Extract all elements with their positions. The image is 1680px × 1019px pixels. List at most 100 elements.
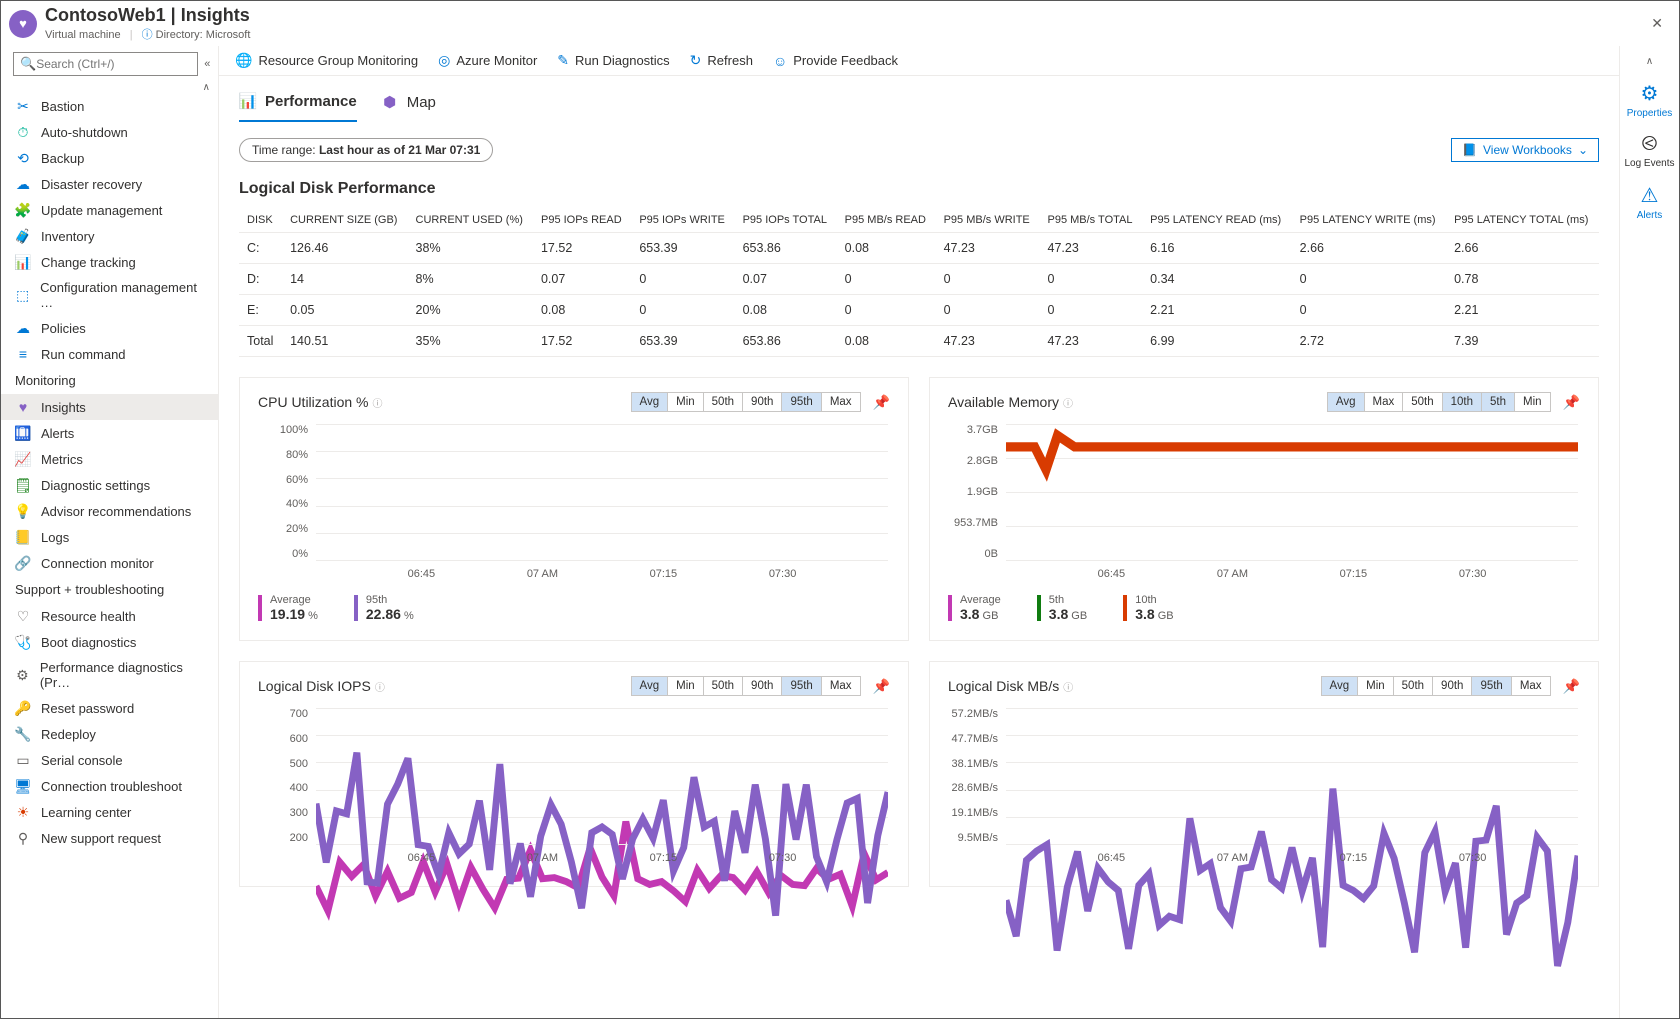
table-cell: 2.21 bbox=[1142, 295, 1291, 326]
nav-item-label: Connection troubleshoot bbox=[41, 779, 182, 794]
percentile-50th[interactable]: 50th bbox=[703, 392, 743, 412]
sidebar-item-reset-password[interactable]: 🔑Reset password bbox=[1, 695, 218, 721]
table-header: P95 IOPs READ bbox=[533, 208, 631, 233]
sidebar-item-redeploy[interactable]: 🔧Redeploy bbox=[1, 721, 218, 747]
percentile-min[interactable]: Min bbox=[667, 392, 704, 412]
table-cell: 0 bbox=[631, 295, 734, 326]
tab-map[interactable]: ⬢ Map bbox=[381, 86, 436, 122]
sidebar-item-advisor-recommendations[interactable]: 💡Advisor recommendations bbox=[1, 498, 218, 524]
rail-scroll-up[interactable]: ∧ bbox=[1646, 56, 1653, 67]
table-cell: 2.72 bbox=[1292, 326, 1446, 357]
percentile-95th[interactable]: 95th bbox=[781, 392, 821, 412]
sidebar-item-backup[interactable]: ⟲Backup bbox=[1, 145, 218, 171]
search-icon: 🔍 bbox=[20, 56, 36, 72]
chart-plot-area[interactable]: 57.2MB/s47.7MB/s38.1MB/s28.6MB/s19.1MB/s… bbox=[948, 708, 1580, 868]
nav-item-label: Policies bbox=[41, 321, 86, 336]
sidebar-item-insights[interactable]: ♥Insights bbox=[1, 394, 218, 420]
table-header: P95 IOPs TOTAL bbox=[735, 208, 837, 233]
rail-log-events[interactable]: ⧀ Log Events bbox=[1624, 133, 1674, 169]
sidebar-item-diagnostic-settings[interactable]: 🗒Diagnostic settings bbox=[1, 472, 218, 498]
percentile-min[interactable]: Min bbox=[1514, 392, 1551, 412]
sidebar-item-bastion[interactable]: ✂Bastion bbox=[1, 93, 218, 119]
percentile-50th[interactable]: 50th bbox=[1402, 392, 1442, 412]
scroll-up-indicator[interactable]: ∧ bbox=[1, 82, 218, 93]
chart-plot-area[interactable]: 3.7GB2.8GB1.9GB953.7MB0B 06:4507 AM07:15… bbox=[948, 424, 1580, 584]
sidebar-item-boot-diagnostics[interactable]: 🩺 Boot diagnostics bbox=[1, 629, 218, 655]
pin-button[interactable]: 📌 bbox=[1563, 394, 1580, 411]
sidebar-item-configuration-management[interactable]: ⬚Configuration management … bbox=[1, 275, 218, 315]
toolbar-run-diagnostics[interactable]: ✎Run Diagnostics bbox=[557, 52, 669, 69]
command-bar: 🌐Resource Group Monitoring ◎Azure Monitor… bbox=[219, 46, 1619, 76]
tab-performance[interactable]: 📊 Performance bbox=[239, 86, 357, 122]
table-cell: 47.23 bbox=[936, 233, 1040, 264]
sidebar-item-resource-health[interactable]: ♡Resource health bbox=[1, 603, 218, 629]
table-row[interactable]: C:126.4638%17.52653.39653.860.0847.2347.… bbox=[239, 233, 1599, 264]
toolbar-refresh[interactable]: ↻Refresh bbox=[690, 52, 753, 69]
sidebar-item-run-command[interactable]: ≡Run command bbox=[1, 341, 218, 367]
table-cell: 653.86 bbox=[735, 233, 837, 264]
table-row[interactable]: D:148%0.0700.070000.3400.78 bbox=[239, 264, 1599, 295]
close-button[interactable]: ✕ bbox=[1643, 11, 1671, 36]
sidebar-item-performance-diagnostics-pr[interactable]: ⚙Performance diagnostics (Pr… bbox=[1, 655, 218, 695]
rail-properties[interactable]: ⚙ Properties bbox=[1627, 81, 1673, 119]
sidebar-item-policies[interactable]: ☁Policies bbox=[1, 315, 218, 341]
nav-item-icon: ♡ bbox=[15, 608, 31, 624]
table-cell: 0 bbox=[1292, 264, 1446, 295]
x-axis-labels: 06:4507 AM07:1507:30 bbox=[1006, 848, 1578, 868]
percentile-90th[interactable]: 90th bbox=[742, 392, 782, 412]
nav-item-label: Boot diagnostics bbox=[41, 635, 136, 650]
disk-performance-table: DISKCURRENT SIZE (GB)CURRENT USED (%)P95… bbox=[239, 208, 1599, 357]
search-input[interactable] bbox=[36, 57, 191, 71]
toolbar-azure-monitor[interactable]: ◎Azure Monitor bbox=[438, 52, 537, 69]
sidebar: 🔍 « ∧ ✂Bastion⏱Auto-shutdown⟲Backup☁Disa… bbox=[1, 46, 219, 1018]
toolbar-label: Azure Monitor bbox=[456, 53, 537, 68]
table-row[interactable]: E:0.0520%0.0800.080002.2102.21 bbox=[239, 295, 1599, 326]
table-cell: 0 bbox=[631, 264, 734, 295]
sidebar-item-learning-center[interactable]: ☀Learning center bbox=[1, 799, 218, 825]
rail-alerts[interactable]: ⚠ Alerts bbox=[1637, 183, 1663, 221]
pin-button[interactable]: 📌 bbox=[873, 394, 890, 411]
toolbar-resource-group-monitoring[interactable]: 🌐Resource Group Monitoring bbox=[235, 52, 418, 69]
percentile-avg[interactable]: Avg bbox=[631, 392, 669, 412]
sidebar-item-connection-monitor[interactable]: 🔗Connection monitor bbox=[1, 550, 218, 576]
nav-item-icon: 📒 bbox=[15, 529, 31, 545]
sidebar-item-change-tracking[interactable]: 📊Change tracking bbox=[1, 249, 218, 275]
chart-plot-area[interactable]: 100%80%60%40%20%0% 06:4507 AM07:1507:30 bbox=[258, 424, 890, 584]
nav-item-icon: 💡 bbox=[15, 503, 31, 519]
sidebar-item-new-support-request[interactable]: ⚲New support request bbox=[1, 825, 218, 851]
table-row[interactable]: Total140.5135%17.52653.39653.860.0847.23… bbox=[239, 326, 1599, 357]
info-icon[interactable]: ⓘ bbox=[372, 395, 382, 410]
sidebar-item-auto-shutdown[interactable]: ⏱Auto-shutdown bbox=[1, 119, 218, 145]
sidebar-item-metrics[interactable]: 📈Metrics bbox=[1, 446, 218, 472]
sidebar-item-inventory[interactable]: 🧳Inventory bbox=[1, 223, 218, 249]
nav-item-icon: 🩺 bbox=[15, 634, 31, 650]
nav-item-icon: ✂ bbox=[15, 98, 31, 114]
sidebar-item-alerts[interactable]: 🛄Alerts bbox=[1, 420, 218, 446]
collapse-sidebar-button[interactable]: « bbox=[204, 58, 210, 70]
sidebar-item-serial-console[interactable]: ▭Serial console bbox=[1, 747, 218, 773]
y-axis-labels: 100%80%60%40%20%0% bbox=[258, 424, 314, 560]
sidebar-item-logs[interactable]: 📒Logs bbox=[1, 524, 218, 550]
sidebar-item-disaster-recovery[interactable]: ☁Disaster recovery bbox=[1, 171, 218, 197]
toolbar-provide-feedback[interactable]: ☺Provide Feedback bbox=[773, 53, 898, 69]
chevron-down-icon: ⌄ bbox=[1578, 143, 1588, 157]
time-range-selector[interactable]: Time range: Last hour as of 21 Mar 07:31 bbox=[239, 138, 493, 162]
table-header: P95 LATENCY WRITE (ms) bbox=[1292, 208, 1446, 233]
percentile-avg[interactable]: Avg bbox=[1327, 392, 1365, 412]
sidebar-item-update-management[interactable]: 🧩Update management bbox=[1, 197, 218, 223]
table-header: CURRENT SIZE (GB) bbox=[282, 208, 407, 233]
sidebar-search[interactable]: 🔍 bbox=[13, 52, 198, 76]
nav-item-label: Backup bbox=[41, 151, 84, 166]
monitoring-group-label: Monitoring bbox=[1, 367, 218, 394]
chart-plot-area[interactable]: 700600500400300200 06:4507 AM07:1507:30 bbox=[258, 708, 890, 868]
percentile-max[interactable]: Max bbox=[821, 392, 861, 412]
percentile-selector: AvgMin50th90th95thMax bbox=[632, 392, 861, 412]
table-cell: 38% bbox=[408, 233, 533, 264]
percentile-max[interactable]: Max bbox=[1364, 392, 1404, 412]
percentile-5th[interactable]: 5th bbox=[1481, 392, 1515, 412]
view-workbooks-button[interactable]: 📘 View Workbooks ⌄ bbox=[1451, 138, 1599, 162]
table-cell: 0.08 bbox=[837, 326, 936, 357]
percentile-10th[interactable]: 10th bbox=[1442, 392, 1482, 412]
info-icon[interactable]: ⓘ bbox=[1063, 395, 1073, 410]
sidebar-item-connection-troubleshoot[interactable]: 🖥Connection troubleshoot bbox=[1, 773, 218, 799]
